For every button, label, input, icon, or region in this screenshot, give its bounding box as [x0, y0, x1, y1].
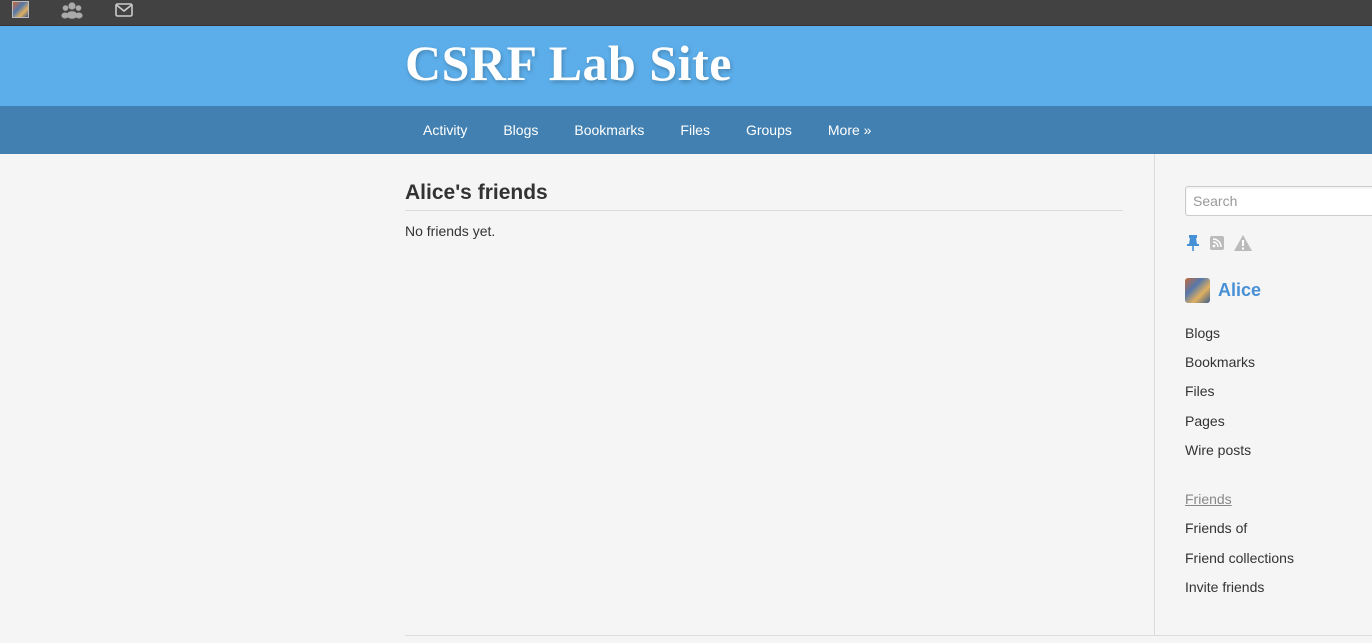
nav-item-files[interactable]: Files	[662, 106, 728, 154]
owner-name[interactable]: Alice	[1218, 280, 1261, 301]
nav-item-blogs[interactable]: Blogs	[485, 106, 556, 154]
owner-menu-blogs[interactable]: Blogs	[1185, 323, 1255, 352]
topbar	[0, 0, 1372, 26]
sidebar: Alice Blogs Bookmarks Files Pages Wire p…	[1154, 154, 1372, 635]
nav-item-groups[interactable]: Groups	[728, 106, 810, 154]
pin-icon[interactable]	[1185, 234, 1201, 257]
mail-icon[interactable]	[113, 0, 135, 20]
owner-menu-wire-posts[interactable]: Wire posts	[1185, 440, 1255, 469]
friends-icon[interactable]	[60, 0, 84, 20]
owner-avatar[interactable]	[1185, 278, 1210, 303]
owner-menu-bookmarks[interactable]: Bookmarks	[1185, 352, 1255, 381]
main-content: Alice's friends No friends yet.	[405, 154, 1123, 239]
main-nav: Activity Blogs Bookmarks Files Groups Mo…	[0, 106, 1372, 154]
friends-menu: Friends Friends of Friend collections In…	[1185, 489, 1294, 607]
friends-menu-collections[interactable]: Friend collections	[1185, 548, 1294, 577]
owner-menu-files[interactable]: Files	[1185, 381, 1255, 410]
empty-message: No friends yet.	[405, 223, 496, 239]
avatar-icon[interactable]	[12, 1, 29, 18]
owner-block: Alice	[1185, 278, 1261, 303]
extras-menu	[1185, 234, 1253, 257]
footer-divider	[405, 635, 1372, 636]
friends-menu-invite[interactable]: Invite friends	[1185, 577, 1294, 606]
site-header: CSRF Lab Site	[0, 26, 1372, 106]
owner-menu-pages[interactable]: Pages	[1185, 411, 1255, 440]
nav-item-bookmarks[interactable]: Bookmarks	[556, 106, 662, 154]
report-icon[interactable]	[1233, 234, 1253, 257]
nav-item-activity[interactable]: Activity	[405, 106, 485, 154]
nav-item-more[interactable]: More »	[810, 106, 890, 154]
friends-menu-friends-of[interactable]: Friends of	[1185, 518, 1294, 547]
site-title[interactable]: CSRF Lab Site	[405, 34, 732, 92]
search-input[interactable]	[1185, 186, 1372, 216]
page-title: Alice's friends	[405, 154, 1123, 211]
rss-icon[interactable]	[1209, 235, 1225, 256]
friends-menu-friends[interactable]: Friends	[1185, 489, 1294, 518]
owner-menu: Blogs Bookmarks Files Pages Wire posts	[1185, 323, 1255, 469]
